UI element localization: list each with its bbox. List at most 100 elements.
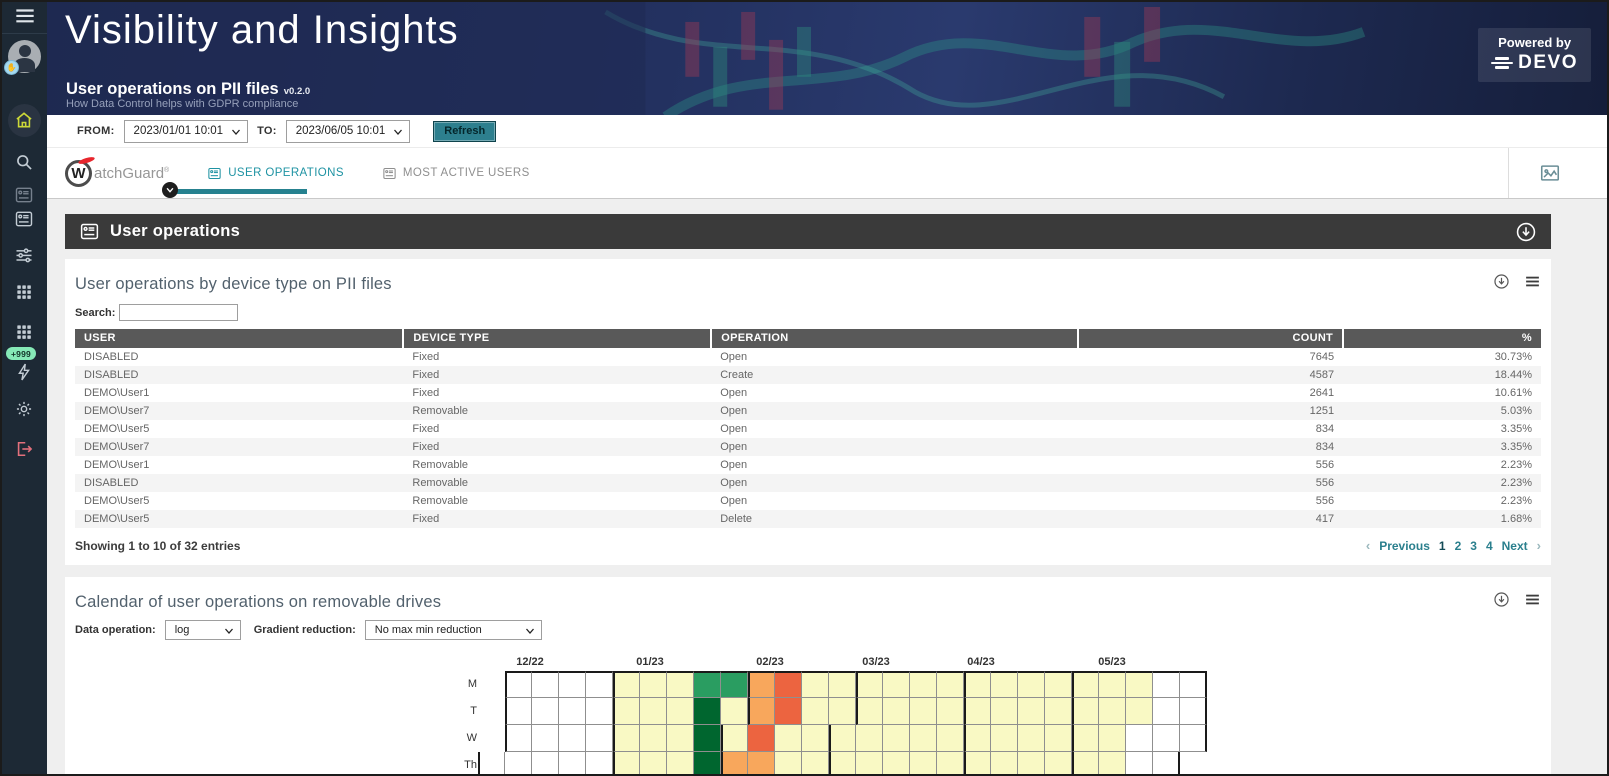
calendar-cell[interactable] xyxy=(1153,698,1180,725)
from-date-select[interactable]: 2023/01/01 10:01 xyxy=(123,119,249,143)
calendar-cell[interactable] xyxy=(667,698,694,725)
calendar-cell[interactable] xyxy=(613,671,640,698)
page-button-1[interactable]: 1 xyxy=(1439,539,1446,553)
calendar-cell[interactable] xyxy=(667,671,694,698)
menu-button[interactable] xyxy=(10,5,40,29)
calendar-cell[interactable] xyxy=(532,725,559,752)
calendar-cell[interactable] xyxy=(640,752,667,774)
calendar-cell[interactable] xyxy=(1045,752,1072,774)
calendar-cell[interactable] xyxy=(667,725,694,752)
calendar-cell[interactable] xyxy=(883,752,910,774)
calendar-cell[interactable] xyxy=(613,698,640,725)
calendar-cell[interactable] xyxy=(1072,671,1099,698)
calendar-cell[interactable] xyxy=(613,752,640,774)
column-header-device-type[interactable]: DEVICE TYPE xyxy=(402,329,712,348)
calendar-cell[interactable] xyxy=(559,725,586,752)
column-header-user[interactable]: USER xyxy=(75,329,404,348)
nav-board-dim[interactable] xyxy=(12,183,36,207)
calendar-cell[interactable] xyxy=(964,725,991,752)
nav-logout[interactable] xyxy=(12,437,36,461)
calendar-cell[interactable] xyxy=(748,725,775,752)
calendar-cell[interactable] xyxy=(613,725,640,752)
calendar-cell[interactable] xyxy=(883,725,910,752)
calendar-cell[interactable] xyxy=(1045,671,1072,698)
calendar-cell[interactable] xyxy=(856,725,883,752)
calendar-cell[interactable] xyxy=(937,698,964,725)
calendar-cell[interactable] xyxy=(1180,725,1207,752)
tab-user-operations[interactable]: USER OPERATIONS xyxy=(207,166,344,181)
calendar-cell[interactable] xyxy=(586,725,613,752)
calendar-cell[interactable] xyxy=(937,752,964,774)
nav-search[interactable] xyxy=(12,150,36,174)
calendar-cell[interactable] xyxy=(1153,671,1180,698)
calendar-cell[interactable] xyxy=(775,671,802,698)
page-button-4[interactable]: 4 xyxy=(1486,539,1493,553)
calendar-cell[interactable] xyxy=(640,671,667,698)
calendar-cell[interactable] xyxy=(586,671,613,698)
calendar-cell[interactable] xyxy=(640,698,667,725)
to-date-select[interactable]: 2023/06/05 10:01 xyxy=(285,119,411,143)
calendar-cell[interactable] xyxy=(856,752,883,774)
calendar-cell[interactable] xyxy=(505,752,532,774)
calendar-cell[interactable] xyxy=(991,752,1018,774)
calendar-cell[interactable] xyxy=(1180,698,1207,725)
calendar-cell[interactable] xyxy=(532,671,559,698)
nav-apps-alt[interactable] xyxy=(12,320,36,344)
calendar-cell[interactable] xyxy=(559,698,586,725)
nav-filters[interactable] xyxy=(12,243,36,267)
previous-page-button[interactable]: Previous xyxy=(1379,539,1430,553)
calendar-cell[interactable] xyxy=(721,752,748,774)
calendar-cell[interactable] xyxy=(910,752,937,774)
calendar-cell[interactable] xyxy=(775,752,802,774)
calendar-cell[interactable] xyxy=(1099,725,1126,752)
menu-list-icon[interactable] xyxy=(1524,591,1541,608)
calendar-cell[interactable] xyxy=(748,671,775,698)
calendar-cell[interactable] xyxy=(559,752,586,774)
column-header-count[interactable]: COUNT xyxy=(1076,329,1344,348)
calendar-cell[interactable] xyxy=(883,671,910,698)
calendar-cell[interactable] xyxy=(829,698,856,725)
calendar-cell[interactable] xyxy=(1126,698,1153,725)
column-header-%[interactable]: % xyxy=(1342,329,1541,348)
calendar-cell[interactable] xyxy=(775,725,802,752)
calendar-cell[interactable] xyxy=(694,698,721,725)
calendar-cell[interactable] xyxy=(1072,752,1099,774)
search-input[interactable] xyxy=(119,304,239,321)
nav-apps[interactable] xyxy=(12,280,36,304)
calendar-cell[interactable] xyxy=(694,725,721,752)
calendar-cell[interactable] xyxy=(532,698,559,725)
calendar-cell[interactable] xyxy=(856,671,883,698)
calendar-cell[interactable] xyxy=(964,752,991,774)
calendar-cell[interactable] xyxy=(1099,752,1126,774)
calendar-cell[interactable] xyxy=(640,725,667,752)
calendar-cell[interactable] xyxy=(505,698,532,725)
calendar-cell[interactable] xyxy=(910,671,937,698)
data-operation-select[interactable]: log xyxy=(164,620,241,640)
calendar-cell[interactable] xyxy=(721,725,748,752)
calendar-cell[interactable] xyxy=(856,698,883,725)
calendar-cell[interactable] xyxy=(1018,671,1045,698)
calendar-cell[interactable] xyxy=(559,671,586,698)
calendar-cell[interactable] xyxy=(1045,698,1072,725)
calendar-cell[interactable] xyxy=(829,752,856,774)
calendar-cell[interactable] xyxy=(1018,698,1045,725)
calendar-cell[interactable] xyxy=(1153,725,1180,752)
calendar-cell[interactable] xyxy=(721,671,748,698)
gradient-reduction-select[interactable]: No max min reduction xyxy=(364,620,542,640)
calendar-cell[interactable] xyxy=(937,725,964,752)
menu-list-icon[interactable] xyxy=(1524,273,1541,290)
calendar-cell[interactable] xyxy=(937,671,964,698)
calendar-cell[interactable] xyxy=(1072,725,1099,752)
calendar-cell[interactable] xyxy=(829,671,856,698)
column-header-operation[interactable]: OPERATION xyxy=(710,329,1078,348)
calendar-cell[interactable] xyxy=(694,671,721,698)
calendar-cell[interactable] xyxy=(1072,698,1099,725)
nav-board[interactable] xyxy=(12,207,36,231)
calendar-cell[interactable] xyxy=(910,698,937,725)
tab-collapse-button[interactable] xyxy=(162,182,178,198)
calendar-cell[interactable] xyxy=(1126,671,1153,698)
page-button-2[interactable]: 2 xyxy=(1455,539,1462,553)
calendar-cell[interactable] xyxy=(667,752,694,774)
calendar-cell[interactable] xyxy=(1153,752,1180,774)
tab-most-active-users[interactable]: MOST ACTIVE USERS xyxy=(382,166,530,181)
